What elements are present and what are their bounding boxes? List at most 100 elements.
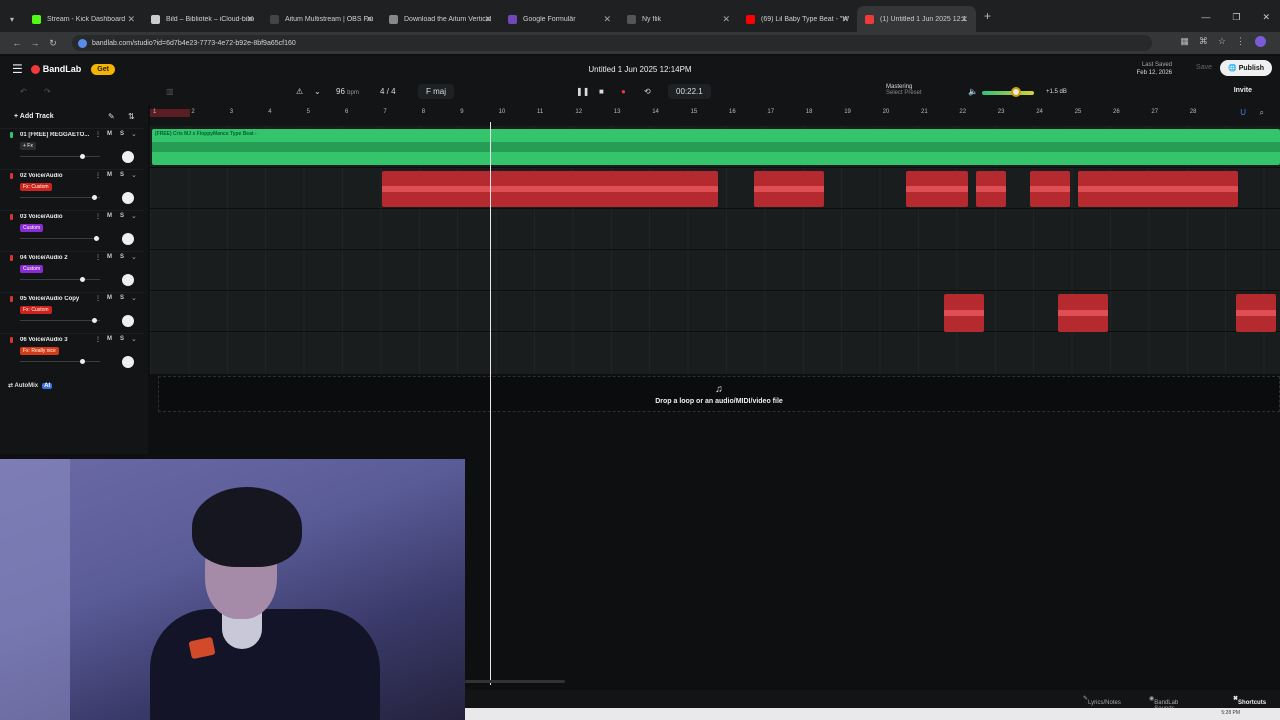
mastering-button[interactable]: Mastering Select Preset xyxy=(886,84,922,96)
track-volume-knob[interactable] xyxy=(80,359,86,364)
solo-button[interactable]: S xyxy=(120,336,124,342)
track-volume-knob[interactable] xyxy=(80,154,86,159)
reload-icon[interactable]: ↻ xyxy=(44,38,62,49)
vocal-clip[interactable] xyxy=(754,171,824,207)
close-window-icon[interactable]: ✕ xyxy=(1262,12,1270,23)
pan-knob[interactable] xyxy=(122,151,134,163)
chevron-down-icon[interactable]: ⌄ xyxy=(131,335,137,343)
tab-close-icon[interactable]: ✕ xyxy=(960,14,968,25)
tab-close-icon[interactable]: ✕ xyxy=(603,14,611,25)
tab-close-icon[interactable]: ✕ xyxy=(127,14,135,25)
browser-tab[interactable]: (69) Lil Baby Type Beat - "Wen ✕ xyxy=(738,6,857,32)
invite-button[interactable]: Invite xyxy=(1234,87,1252,94)
chevron-down-icon[interactable]: ⌄ xyxy=(131,171,137,179)
tab-close-icon[interactable]: ✕ xyxy=(841,14,849,25)
track-header[interactable]: 05 Voice/Audio Copy Fx: Custom ⋮ M S ⌄ xyxy=(0,292,144,333)
tab-close-icon[interactable]: ✕ xyxy=(246,14,254,25)
stop-button[interactable]: ■ xyxy=(599,87,604,96)
tempo[interactable]: 96 bpm xyxy=(336,87,359,96)
fx-badge[interactable]: Fx: Really nice xyxy=(20,347,59,355)
get-membership-button[interactable]: Get xyxy=(91,63,115,75)
pan-knob[interactable] xyxy=(122,274,134,286)
track-name[interactable]: 03 Voice/Audio xyxy=(20,214,90,220)
track-volume-knob[interactable] xyxy=(80,277,86,282)
track-volume-fader[interactable] xyxy=(20,238,100,239)
track-volume-fader[interactable] xyxy=(20,320,100,321)
tab-search-icon[interactable]: ▾ xyxy=(0,15,24,24)
hamburger-menu-icon[interactable]: ☰ xyxy=(12,62,23,76)
mute-button[interactable]: M xyxy=(107,295,112,301)
fx-badge[interactable]: + Fx xyxy=(20,142,36,150)
fx-badge[interactable]: Custom xyxy=(20,224,44,232)
track-menu-icon[interactable]: ⋮ xyxy=(95,336,101,343)
solo-button[interactable]: S xyxy=(120,213,124,219)
fx-badge[interactable]: Fx: Custom xyxy=(20,183,52,191)
fx-badge[interactable]: Fx: Custom xyxy=(20,306,52,314)
browser-tab[interactable]: Google Formulär ✕ xyxy=(500,6,619,32)
edit-icon[interactable]: ✎ xyxy=(108,112,115,121)
browser-tab[interactable]: Bild – Bibliotek – iCloud-bilder ✕ xyxy=(143,6,262,32)
bookmark-star-icon[interactable]: ☆ xyxy=(1218,36,1226,47)
browser-tab[interactable]: Download the Aitum Vertical Pl ✕ xyxy=(381,6,500,32)
track-name[interactable]: 06 Voice/Audio 3 xyxy=(20,337,90,343)
vocal-clip[interactable] xyxy=(1030,171,1070,207)
minimize-icon[interactable]: — xyxy=(1201,12,1210,23)
pan-knob[interactable] xyxy=(122,233,134,245)
undo-icon[interactable]: ↶ xyxy=(20,87,27,96)
master-volume-slider[interactable] xyxy=(982,91,1034,95)
mixer-icon[interactable]: ▥ xyxy=(166,87,174,96)
timeline-ruler[interactable]: 1 2 3 4 5 6 7 8 9 10 11 12 13 14 15 16 17 18 19 20 21 22 23 24 2… xyxy=(150,104,1280,126)
solo-button[interactable]: S xyxy=(120,131,124,137)
loop-button[interactable]: ⟲ xyxy=(644,87,651,96)
track-volume-knob[interactable] xyxy=(94,236,99,241)
mute-button[interactable]: M xyxy=(107,131,112,137)
vocal-copy-clip[interactable] xyxy=(1236,294,1276,332)
snap-icon[interactable]: U xyxy=(1240,108,1246,117)
vocal-clip[interactable] xyxy=(1078,171,1238,207)
extensions-icon[interactable]: ▦ xyxy=(1180,36,1189,47)
menu-icon[interactable]: ⋮ xyxy=(1236,36,1245,47)
track-header[interactable]: 03 Voice/Audio Custom ⋮ M S ⌄ xyxy=(0,210,144,251)
mute-button[interactable]: M xyxy=(107,254,112,260)
mute-button[interactable]: M xyxy=(107,172,112,178)
pan-knob[interactable] xyxy=(122,356,134,368)
time-signature[interactable]: 4 / 4 xyxy=(380,87,396,96)
track-header[interactable]: 01 [FREE] REGGAETO... + Fx ⋮ M S ⌄ xyxy=(0,128,144,169)
track-volume-knob[interactable] xyxy=(92,318,98,323)
track-name[interactable]: 05 Voice/Audio Copy xyxy=(20,296,90,302)
translate-icon[interactable]: ⌘ xyxy=(1199,36,1208,47)
track-menu-icon[interactable]: ⋮ xyxy=(95,254,101,261)
track-settings-icon[interactable]: ⇅ xyxy=(128,112,135,121)
zoom-icon[interactable]: ⌕ xyxy=(1260,108,1264,118)
mute-button[interactable]: M xyxy=(107,336,112,342)
automix[interactable]: ⇄ AutoMix AI xyxy=(8,382,53,389)
track-header[interactable]: 02 Voice/Audio Fx: Custom ⋮ M S ⌄ xyxy=(0,169,144,210)
track-menu-icon[interactable]: ⋮ xyxy=(95,131,101,138)
browser-tab[interactable]: Stream - Kick Dashboard ✕ xyxy=(24,6,143,32)
pan-knob[interactable] xyxy=(122,192,134,204)
key-selector[interactable]: F maj xyxy=(418,84,454,99)
vocal-clip[interactable] xyxy=(382,171,718,207)
maximize-icon[interactable]: ❐ xyxy=(1232,12,1240,23)
browser-tab[interactable]: Ny flik ✕ xyxy=(619,6,738,32)
pause-button[interactable]: ❚❚ xyxy=(576,87,589,96)
mute-button[interactable]: M xyxy=(107,213,112,219)
vocal-clip[interactable] xyxy=(976,171,1006,207)
site-info-icon[interactable] xyxy=(78,38,87,48)
chevron-down-icon[interactable]: ⌄ xyxy=(131,212,137,220)
solo-button[interactable]: S xyxy=(120,295,124,301)
back-icon[interactable]: ← xyxy=(8,38,26,48)
bandlab-logo[interactable]: BandLab xyxy=(30,64,81,74)
chevron-down-icon[interactable]: ⌄ xyxy=(131,130,137,138)
track-name[interactable]: 01 [FREE] REGGAETO... xyxy=(20,132,90,138)
url-field[interactable]: bandlab.com/studio?id=6d7b4e23-7773-4e72… xyxy=(72,35,1152,51)
track-volume-knob[interactable] xyxy=(92,195,98,200)
beat-clip[interactable]: (FREE) Cris MJ x FloppyMance Type Beat - xyxy=(152,129,1280,165)
shortcuts-button[interactable]: ✖ Shortcuts xyxy=(1233,695,1266,706)
lyrics-notes-button[interactable]: ✎ Lyrics/Notes xyxy=(1083,695,1121,706)
master-volume-knob[interactable] xyxy=(1011,87,1022,97)
chevron-down-icon[interactable]: ⌄ xyxy=(131,253,137,261)
browser-tab[interactable]: Aitum Multistream | OBS Forum✕ xyxy=(262,6,381,32)
track-header[interactable]: 04 Voice/Audio 2 Custom ⋮ M S ⌄ xyxy=(0,251,144,292)
vocal-copy-clip[interactable] xyxy=(944,294,984,332)
